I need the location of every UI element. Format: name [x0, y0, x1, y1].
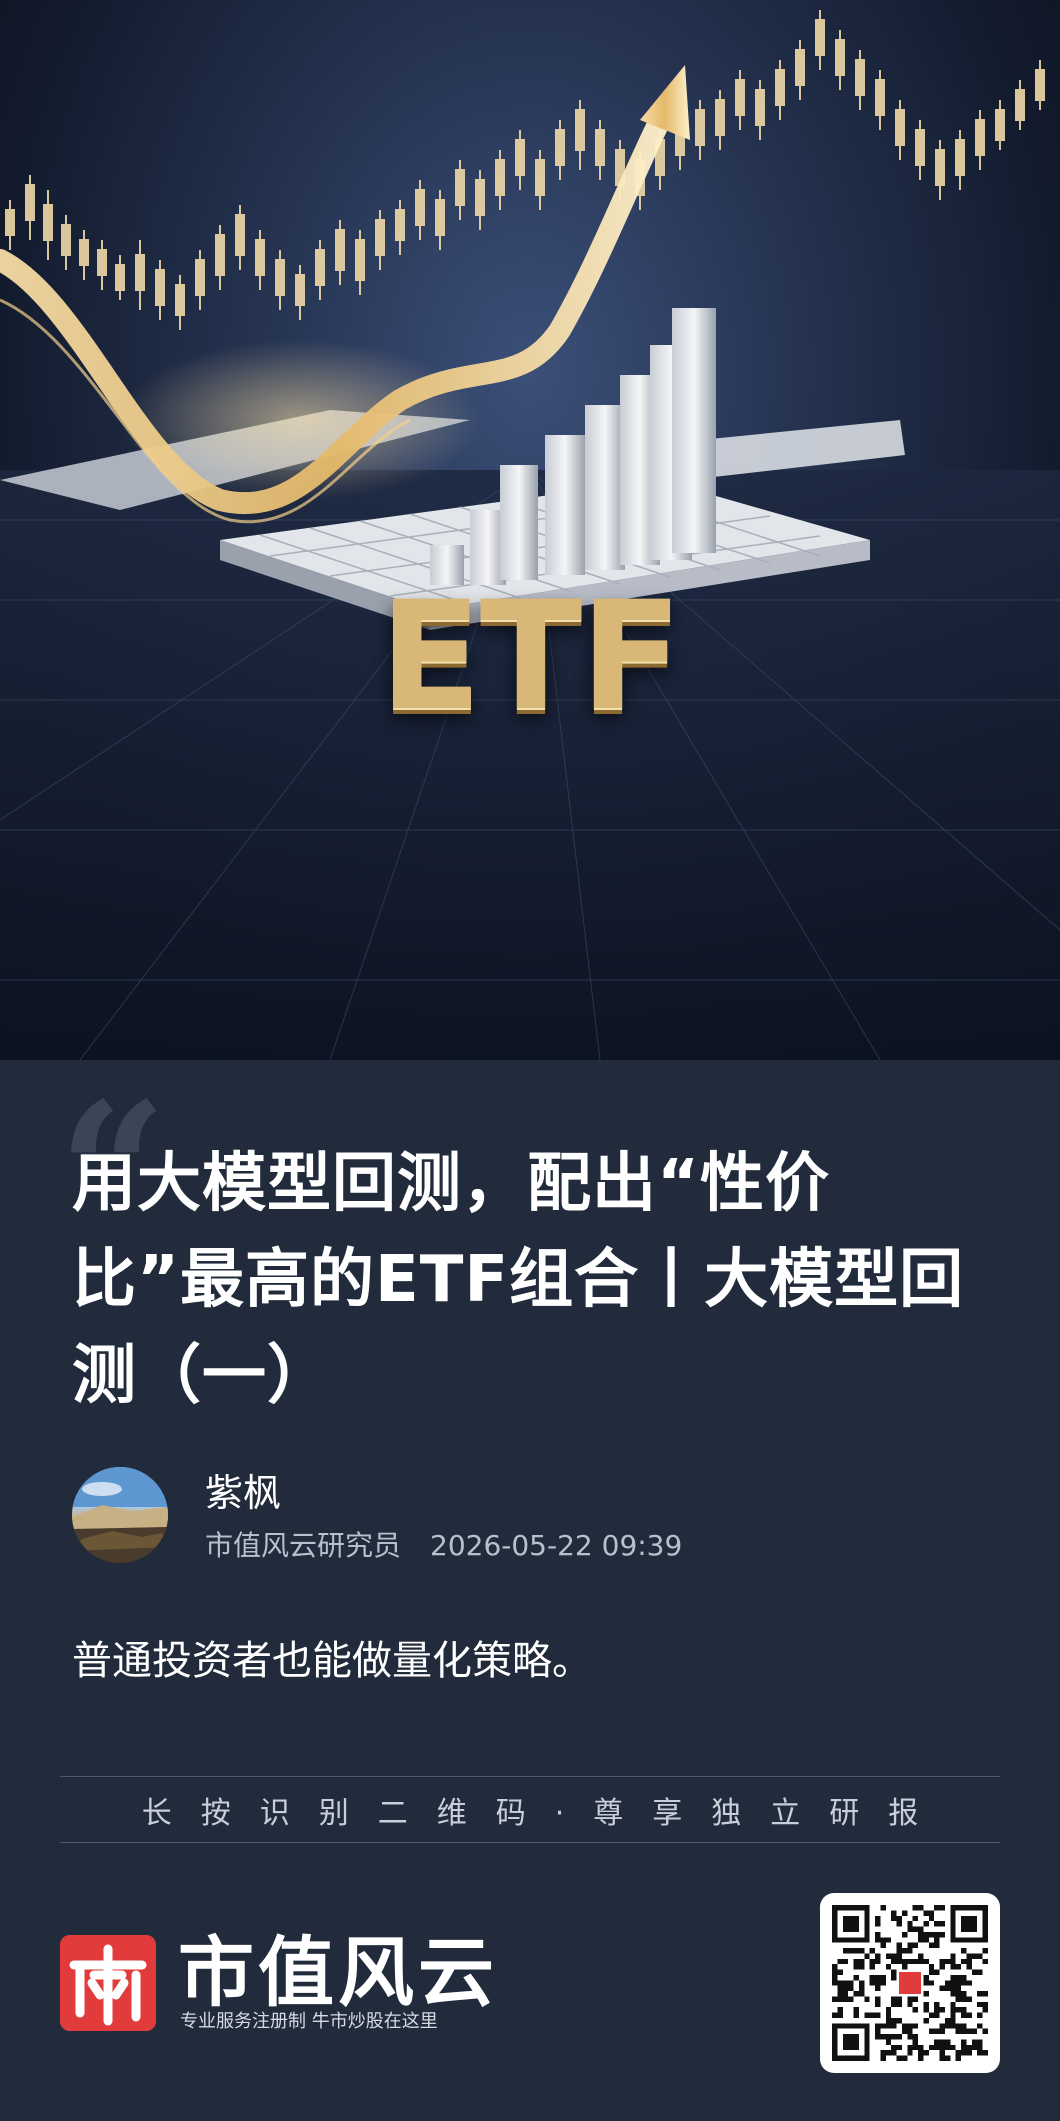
brand-glyph-icon — [60, 1935, 156, 2031]
hero-etf-label: ETF — [379, 570, 682, 744]
qr-code[interactable] — [820, 1893, 1000, 2073]
hero-image: ETF — [0, 0, 1060, 1060]
avatar-landscape-icon — [72, 1467, 168, 1563]
author-role: 市值风云研究员 — [205, 1529, 402, 1562]
brand-slogan: 专业服务注册制 牛市炒股在这里 — [180, 2011, 438, 2032]
stock-chart-illustration — [0, 10, 1060, 1060]
tagline-bottom-divider — [60, 1842, 1000, 1843]
author-name[interactable]: 紫枫 — [205, 1468, 281, 1518]
brand-logo-icon — [60, 1935, 156, 2031]
brand-name: 市值风云 — [178, 1928, 498, 2017]
article-title: 用大模型回测，配出“性价比”最高的ETF组合丨大模型回测（一） — [72, 1147, 965, 1413]
qr-tagline: 长按识别二维码·尊享独立研报 — [60, 1781, 1000, 1839]
qr-code-icon — [832, 1905, 988, 2061]
article-summary: 普通投资者也能做量化策略。 — [72, 1638, 592, 1684]
qr-tagline-text: 长按识别二维码·尊享独立研报 — [141, 1796, 948, 1831]
tagline-top-divider — [60, 1776, 1000, 1777]
publish-date: 2026-05-22 09:39 — [430, 1529, 683, 1562]
author-avatar[interactable] — [72, 1467, 168, 1563]
